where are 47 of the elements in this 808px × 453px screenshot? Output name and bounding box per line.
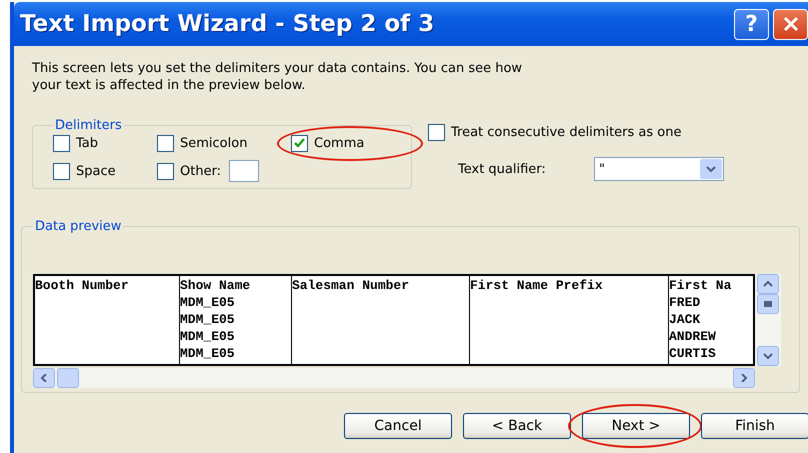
chevron-left-icon bbox=[39, 374, 49, 382]
close-icon bbox=[782, 15, 800, 33]
chevron-up-icon bbox=[763, 280, 773, 288]
table-cell-text: FRED bbox=[669, 294, 702, 311]
checkbox[interactable] bbox=[53, 135, 70, 152]
chevron-down-icon bbox=[706, 165, 716, 173]
checkbox[interactable] bbox=[428, 124, 445, 141]
group-title: Delimiters bbox=[54, 118, 123, 133]
table-cell-text: CURTIS bbox=[669, 345, 717, 362]
horizontal-scrollbar[interactable] bbox=[33, 368, 755, 388]
table-cell-text: JACK bbox=[669, 311, 702, 328]
table-cell-text: MDM_E05 bbox=[180, 328, 236, 345]
dialog-button[interactable]: Cancel bbox=[344, 413, 452, 439]
checkbox-label: Treat consecutive delimiters as one bbox=[451, 125, 682, 140]
checkbox[interactable] bbox=[53, 162, 70, 180]
column-header: Booth Number bbox=[35, 277, 130, 294]
qualifier-dropdown[interactable]: " bbox=[594, 157, 724, 181]
table-cell-text: ANDREW bbox=[669, 328, 717, 345]
intro-text: This screen lets you set the delimiters your data contains. You can see how your text is affected in the preview below. bbox=[32, 60, 524, 94]
checkbox-label: Other: bbox=[180, 164, 222, 178]
checkbox-label: Semicolon bbox=[180, 136, 248, 151]
table-cell-text: MDM_E05 bbox=[180, 345, 236, 362]
checkbox[interactable] bbox=[291, 135, 308, 152]
checkbox-label: Space bbox=[76, 164, 116, 178]
dialog-button[interactable]: Finish bbox=[701, 413, 808, 439]
group-title: Data preview bbox=[34, 219, 122, 234]
checkbox-label: Comma bbox=[314, 136, 364, 151]
table-cell-text: MDM_E05 bbox=[180, 311, 236, 328]
column-header: First Na bbox=[669, 277, 732, 294]
field-label: Text qualifier: bbox=[458, 162, 547, 176]
checkbox-label: Tab bbox=[76, 136, 98, 151]
window-title: Text Import Wizard - Step 2 of 3 bbox=[20, 11, 436, 37]
scroll-thumb[interactable] bbox=[57, 368, 79, 388]
chevron-down-icon bbox=[763, 352, 773, 360]
column-header: Salesman Number bbox=[292, 277, 410, 294]
chevron-right-icon bbox=[739, 374, 749, 382]
dialog-button[interactable]: < Back bbox=[463, 413, 571, 439]
column-header: First Name Prefix bbox=[470, 277, 604, 294]
table-cell-text: MDM_E05 bbox=[180, 294, 236, 311]
help-button[interactable]: ? bbox=[734, 8, 769, 40]
close-button[interactable] bbox=[773, 8, 808, 40]
dialog-button[interactable]: Next > bbox=[582, 413, 690, 439]
input-field[interactable] bbox=[229, 160, 260, 182]
column-header: Show Name bbox=[180, 277, 252, 294]
vertical-scrollbar[interactable] bbox=[755, 274, 781, 366]
checkbox[interactable] bbox=[157, 135, 174, 152]
checkbox[interactable] bbox=[157, 162, 174, 180]
